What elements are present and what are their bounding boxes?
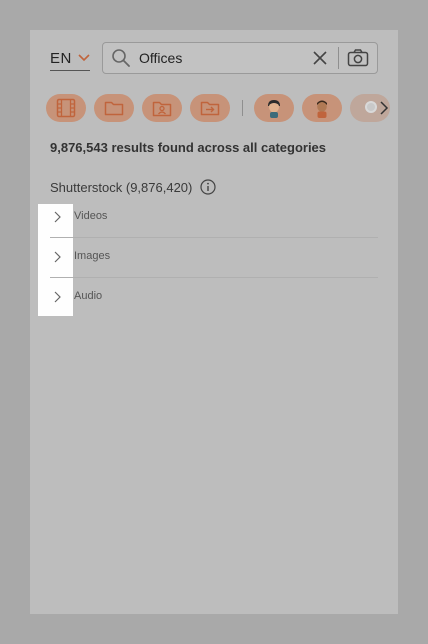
- search-icon: [112, 49, 130, 67]
- chevron-right-icon[interactable]: [52, 291, 62, 303]
- camera-icon[interactable]: [347, 48, 369, 68]
- category-row-images[interactable]: Images: [50, 237, 378, 278]
- film-icon: [56, 98, 76, 118]
- category-label: Images: [74, 250, 111, 262]
- chevron-down-icon: [78, 54, 90, 62]
- contact-folder-icon: [152, 101, 172, 117]
- language-selector[interactable]: EN: [50, 46, 90, 71]
- info-icon[interactable]: [200, 179, 216, 195]
- filter-chip-person-2[interactable]: [302, 94, 342, 122]
- filter-chip-contacts[interactable]: [142, 94, 182, 122]
- category-label: Audio: [74, 290, 103, 302]
- person-avatar-icon: [268, 100, 280, 118]
- chevron-right-icon[interactable]: [52, 251, 62, 263]
- filter-chip-person-1[interactable]: [254, 94, 294, 122]
- category-label: Videos: [74, 210, 108, 222]
- category-row-videos[interactable]: Videos: [50, 197, 378, 238]
- search-divider: [338, 47, 339, 69]
- clear-icon[interactable]: [312, 50, 328, 66]
- filter-chip-videos[interactable]: [46, 94, 86, 122]
- category-row-audio[interactable]: Audio: [50, 277, 378, 317]
- person-avatar-icon: [317, 100, 327, 118]
- results-summary: 9,876,543 results found across all categ…: [50, 140, 327, 155]
- search-input[interactable]: [139, 47, 299, 69]
- filter-divider: [242, 100, 243, 116]
- filter-chip-folders[interactable]: [94, 94, 134, 122]
- language-label: EN: [50, 49, 72, 67]
- provider-header: Shutterstock (9,876,420): [50, 179, 216, 195]
- search-panel: EN Offices 9,876,543 results found acros…: [30, 30, 398, 614]
- search-box: [102, 42, 378, 74]
- folder-icon: [104, 101, 124, 116]
- filter-chips: [46, 94, 398, 124]
- chevron-right-icon[interactable]: [378, 100, 390, 116]
- filter-chip-shared[interactable]: [190, 94, 230, 122]
- chevron-right-icon[interactable]: [52, 211, 62, 223]
- provider-label: Shutterstock (9,876,420): [50, 179, 193, 195]
- shared-folder-icon: [200, 101, 220, 116]
